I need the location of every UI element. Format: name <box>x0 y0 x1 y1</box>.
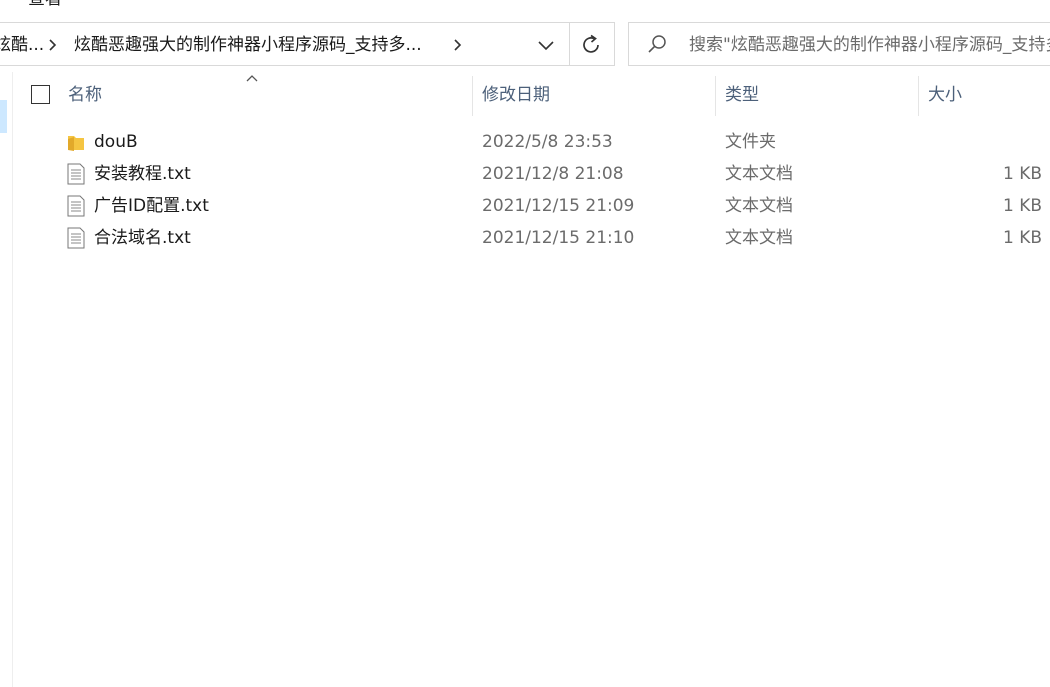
file-date: 2021/12/8 21:08 <box>482 164 624 184</box>
file-row[interactable]: 安装教程.txt 2021/12/8 21:08 文本文档 1 KB <box>0 158 1050 190</box>
file-size: 1 KB <box>1002 228 1042 248</box>
file-date: 2021/12/15 21:10 <box>482 228 635 248</box>
file-name[interactable]: 合法域名.txt <box>94 227 191 249</box>
breadcrumb-chevron-icon[interactable] <box>44 36 62 54</box>
text-file-icon <box>67 195 85 217</box>
file-type: 文本文档 <box>725 196 793 216</box>
file-type: 文本文档 <box>725 164 793 184</box>
file-size: 1 KB <box>1002 196 1042 216</box>
file-date: 2021/12/15 21:09 <box>482 196 635 216</box>
file-name[interactable]: douB <box>94 131 138 153</box>
text-file-icon <box>67 163 85 185</box>
folder-icon <box>68 136 84 151</box>
refresh-icon[interactable] <box>572 30 612 60</box>
breadcrumb-parent[interactable]: 炫酷... <box>0 34 44 56</box>
view-menu-tab[interactable]: 查看 <box>28 0 62 9</box>
file-date: 2022/5/8 23:53 <box>482 132 613 152</box>
divider <box>569 22 570 66</box>
column-divider[interactable] <box>715 76 716 116</box>
select-all-checkbox[interactable] <box>31 85 50 104</box>
sort-ascending-icon <box>246 75 258 82</box>
column-divider[interactable] <box>918 76 919 116</box>
column-header-date[interactable]: 修改日期 <box>482 84 550 106</box>
column-header-name[interactable]: 名称 <box>68 84 102 106</box>
file-name[interactable]: 安装教程.txt <box>94 163 191 185</box>
column-divider[interactable] <box>472 76 473 116</box>
column-header-size[interactable]: 大小 <box>928 84 962 106</box>
breadcrumb-chevron-icon[interactable] <box>449 36 467 54</box>
file-row[interactable]: 合法域名.txt 2021/12/15 21:10 文本文档 1 KB <box>0 222 1050 254</box>
column-header-type[interactable]: 类型 <box>725 84 759 106</box>
file-row[interactable]: 广告ID配置.txt 2021/12/15 21:09 文本文档 1 KB <box>0 190 1050 222</box>
file-size: 1 KB <box>1002 164 1042 184</box>
search-icon <box>648 35 666 53</box>
file-name[interactable]: 广告ID配置.txt <box>94 195 209 217</box>
file-row[interactable]: douB 2022/5/8 23:53 文件夹 <box>0 126 1050 158</box>
text-file-icon <box>67 227 85 249</box>
file-type: 文件夹 <box>725 132 776 152</box>
breadcrumb-current[interactable]: 炫酷恶趣强大的制作神器小程序源码_支持多... <box>74 34 422 56</box>
file-type: 文本文档 <box>725 228 793 248</box>
search-input[interactable]: 搜索"炫酷恶趣强大的制作神器小程序源码_支持多..." <box>689 34 1050 56</box>
chevron-down-icon[interactable] <box>528 30 564 60</box>
